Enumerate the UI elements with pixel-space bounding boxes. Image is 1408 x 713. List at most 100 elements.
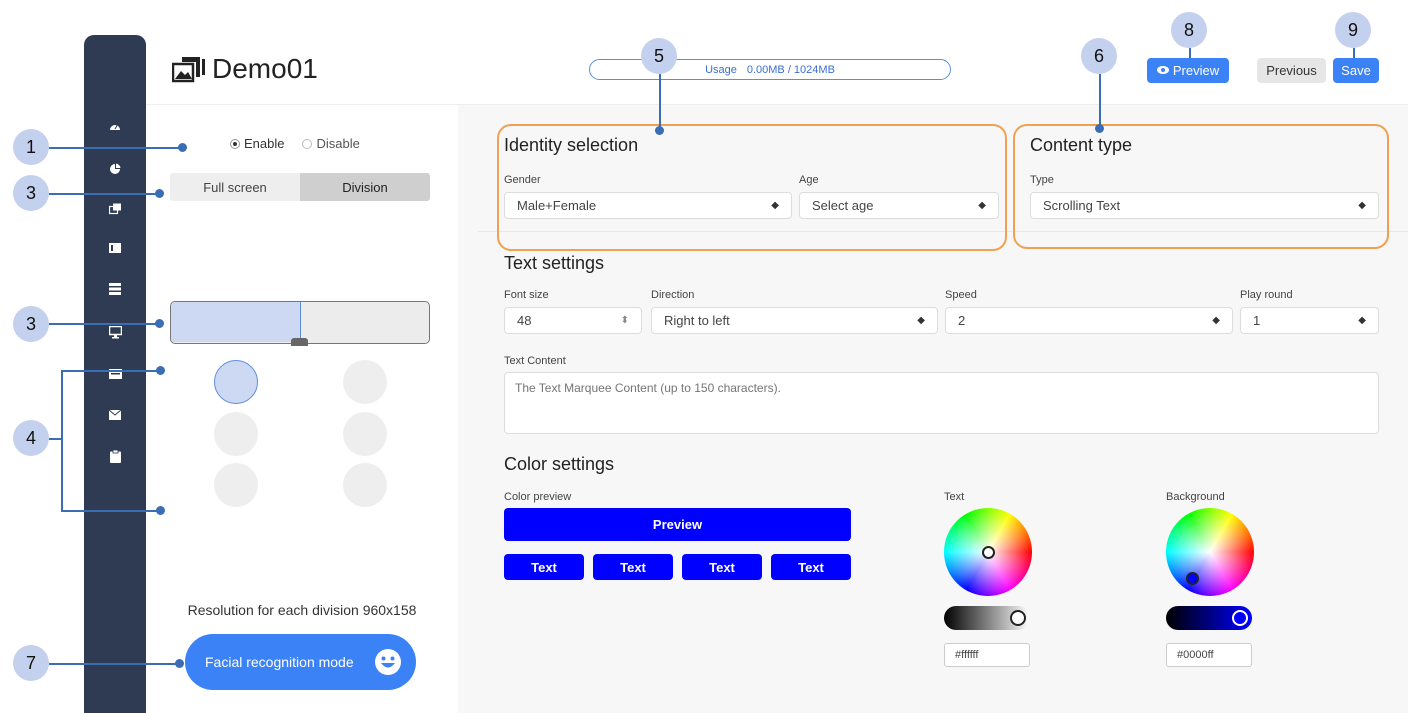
clipboard-icon[interactable] [109,449,121,463]
speed-value: 2 [958,313,966,328]
usage-value: 0.00MB / 1024MB [746,63,835,76]
division-option-5[interactable] [214,463,258,507]
callout-6: 6 [1081,38,1117,74]
background-color-label: Background [1166,491,1225,503]
text-color-wheel-handle[interactable] [982,546,995,559]
background-color-wheel-handle[interactable] [1186,572,1199,585]
left-panel: Enable Disable Full screen Division Reso… [146,105,458,713]
color-preview-label: Color preview [504,491,572,503]
disable-label: Disable [316,136,360,151]
text-sample-button-3[interactable]: Text [682,554,762,580]
callout-line [49,193,159,195]
preview-button[interactable]: Preview [1147,58,1229,83]
enable-radio-group: Enable Disable [230,136,360,151]
play-round-select[interactable]: 1 ◆ [1240,307,1379,334]
callout-dot [156,366,165,375]
callout-bracket [61,370,63,511]
text-brightness-handle[interactable] [1010,610,1026,626]
pie-chart-icon[interactable] [109,163,121,175]
mode-toggle: Full screen Division [170,173,430,201]
sort-arrows-icon: ◆ [917,315,925,326]
text-color-label: Text [944,491,965,503]
stepper-icon[interactable]: ⬍ [621,315,629,326]
color-settings-title: Color settings [504,454,615,474]
callout-dot [175,659,184,668]
media-icon[interactable] [108,203,121,215]
background-brightness-slider[interactable] [1166,606,1252,630]
callout-dot [178,143,187,152]
disable-radio[interactable] [302,138,313,149]
division-option-1[interactable] [214,360,258,404]
text-brightness-slider[interactable] [944,606,1030,630]
text-settings-title: Text settings [504,253,605,273]
resolution-text: Resolution for each division 960x158 [187,602,417,618]
background-hex-input[interactable]: #0000ff [1166,643,1252,667]
text-sample-button-4[interactable]: Text [771,554,851,580]
usage-label: Usage [705,63,737,76]
gallery-icon [171,55,206,83]
dashboard-icon[interactable] [109,121,121,133]
callout-dot [1095,124,1104,133]
sidebar [84,35,146,713]
text-color-wheel[interactable] [944,508,1032,596]
enable-radio[interactable] [230,138,240,149]
text-content-input[interactable] [504,372,1379,434]
callout-line [1353,48,1355,58]
direction-label: Direction [651,289,695,301]
callout-line [1189,48,1191,58]
callout-dot [155,319,164,328]
callout-line [49,323,159,325]
text-hex-input[interactable]: #ffffff [944,643,1030,667]
background-brightness-handle[interactable] [1232,610,1248,626]
font-size-input[interactable]: 48 ⬍ [504,307,642,334]
text-sample-button-2[interactable]: Text [593,554,673,580]
font-size-label: Font size [504,289,549,301]
resize-handle[interactable] [291,338,308,346]
save-button[interactable]: Save [1333,58,1379,83]
color-preview-button[interactable]: Preview [504,508,851,541]
callout-dot [156,506,165,515]
server-icon[interactable] [109,283,121,295]
callout-3-upper: 3 [13,175,49,211]
font-size-value: 48 [517,313,532,328]
callout-line [61,370,161,372]
callout-8: 8 [1171,12,1207,48]
division-option-6[interactable] [343,463,387,507]
preview-button-label: Preview [1172,63,1220,78]
background-color-wheel[interactable] [1166,508,1254,596]
direction-value: Right to left [664,313,730,328]
callout-line [49,147,182,149]
callout-line [659,74,661,130]
facial-recognition-button[interactable]: Facial recognition mode [185,634,416,690]
previous-button[interactable]: Previous [1257,58,1326,83]
full-screen-tab[interactable]: Full screen [170,173,300,201]
sort-arrows-icon: ◆ [1212,315,1220,326]
callout-7: 7 [13,645,49,681]
division-option-3[interactable] [214,412,258,456]
direction-select[interactable]: Right to left ◆ [651,307,938,334]
speed-label: Speed [945,289,977,301]
content-type-highlight-box [1013,124,1389,249]
callout-dot [155,189,164,198]
play-round-value: 1 [1253,313,1261,328]
division-slot-1[interactable] [171,302,301,342]
play-round-label: Play round [1240,289,1293,301]
callout-1: 1 [13,129,49,165]
facial-recognition-label: Facial recognition mode [205,654,354,670]
speed-select[interactable]: 2 ◆ [945,307,1233,334]
division-option-4[interactable] [343,412,387,456]
callout-4: 4 [13,420,49,456]
division-option-2[interactable] [343,360,387,404]
smile-icon [374,648,402,679]
text-content-label: Text Content [504,355,566,367]
monitor-icon[interactable] [108,325,123,339]
list-icon[interactable] [109,242,121,254]
eye-icon [1156,65,1169,77]
enable-label: Enable [244,136,285,151]
mail-icon[interactable] [108,409,122,422]
callout-9: 9 [1335,12,1371,48]
callout-dot [655,126,664,135]
top-bar: Demo01 Usage 0.00MB / 1024MB Preview Pre… [146,35,1408,105]
division-tab[interactable]: Division [300,173,430,201]
text-sample-button-1[interactable]: Text [504,554,584,580]
